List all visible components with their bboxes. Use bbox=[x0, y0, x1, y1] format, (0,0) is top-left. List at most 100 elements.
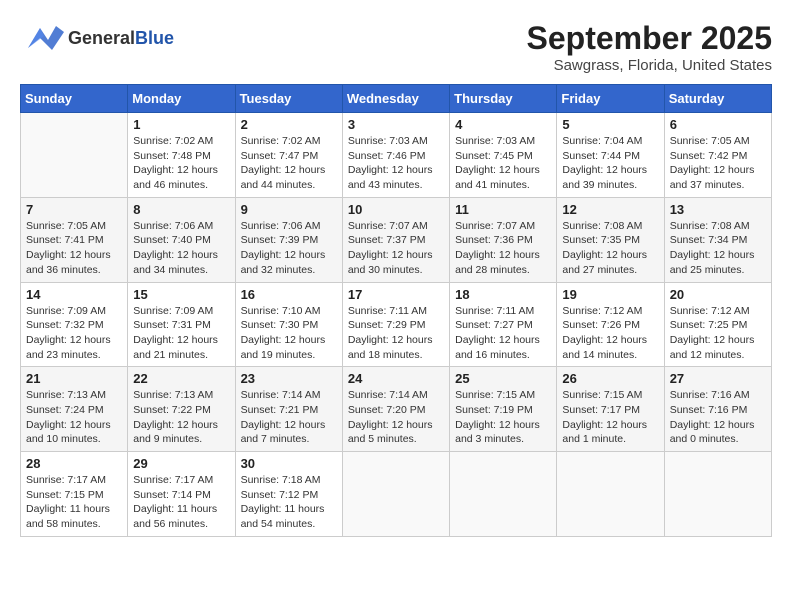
weekday-header-row: SundayMondayTuesdayWednesdayThursdayFrid… bbox=[21, 85, 772, 113]
logo-general: General bbox=[68, 28, 135, 48]
logo-blue: Blue bbox=[135, 28, 174, 48]
day-info: Sunrise: 7:14 AMSunset: 7:20 PMDaylight:… bbox=[348, 388, 444, 447]
day-info: Sunrise: 7:03 AMSunset: 7:46 PMDaylight:… bbox=[348, 134, 444, 193]
day-number: 17 bbox=[348, 287, 444, 302]
day-info: Sunrise: 7:14 AMSunset: 7:21 PMDaylight:… bbox=[241, 388, 337, 447]
calendar-cell: 1Sunrise: 7:02 AMSunset: 7:48 PMDaylight… bbox=[128, 113, 235, 198]
weekday-header-wednesday: Wednesday bbox=[342, 85, 449, 113]
day-number: 19 bbox=[562, 287, 658, 302]
page-header: GeneralBlue September 2025 Sawgrass, Flo… bbox=[20, 20, 772, 74]
day-number: 16 bbox=[241, 287, 337, 302]
day-info: Sunrise: 7:05 AMSunset: 7:41 PMDaylight:… bbox=[26, 219, 122, 278]
calendar-cell: 20Sunrise: 7:12 AMSunset: 7:25 PMDayligh… bbox=[664, 282, 771, 367]
calendar-cell: 7 Sunrise: 7:05 AMSunset: 7:41 PMDaylight… bbox=[21, 197, 128, 282]
day-info: Sunrise: 7:08 AMSunset: 7:35 PMDaylight:… bbox=[562, 219, 658, 278]
logo-icon bbox=[20, 20, 64, 56]
day-info: Sunrise: 7:02 AMSunset: 7:47 PMDaylight:… bbox=[241, 134, 337, 193]
day-info: Sunrise: 7:16 AMSunset: 7:16 PMDaylight:… bbox=[670, 388, 766, 447]
day-number: 8 bbox=[133, 202, 229, 217]
day-info: Sunrise: 7:13 AMSunset: 7:24 PMDaylight:… bbox=[26, 388, 122, 447]
weekday-header-sunday: Sunday bbox=[21, 85, 128, 113]
weekday-header-tuesday: Tuesday bbox=[235, 85, 342, 113]
calendar-body: 1Sunrise: 7:02 AMSunset: 7:48 PMDaylight… bbox=[21, 113, 772, 537]
calendar-cell: 2 Sunrise: 7:02 AMSunset: 7:47 PMDaylight… bbox=[235, 113, 342, 198]
weekday-header-monday: Monday bbox=[128, 85, 235, 113]
day-number: 9 bbox=[241, 202, 337, 217]
calendar-week-5: 28Sunrise: 7:17 AMSunset: 7:15 PMDayligh… bbox=[21, 452, 772, 537]
calendar-week-3: 14 Sunrise: 7:09 AMSunset: 7:32 PMDayligh… bbox=[21, 282, 772, 367]
day-number: 26 bbox=[562, 371, 658, 386]
calendar-cell: 6 Sunrise: 7:05 AMSunset: 7:42 PMDaylight… bbox=[664, 113, 771, 198]
calendar-cell: 16 Sunrise: 7:10 AMSunset: 7:30 PMDayligh… bbox=[235, 282, 342, 367]
calendar-cell: 14 Sunrise: 7:09 AMSunset: 7:32 PMDayligh… bbox=[21, 282, 128, 367]
day-number: 1 bbox=[133, 117, 229, 132]
calendar-cell: 10 Sunrise: 7:07 AMSunset: 7:37 PMDayligh… bbox=[342, 197, 449, 282]
calendar-cell: 22 Sunrise: 7:13 AMSunset: 7:22 PMDayligh… bbox=[128, 367, 235, 452]
day-number: 22 bbox=[133, 371, 229, 386]
day-info: Sunrise: 7:06 AMSunset: 7:39 PMDaylight:… bbox=[241, 219, 337, 278]
calendar-cell: 19 Sunrise: 7:12 AMSunset: 7:26 PMDayligh… bbox=[557, 282, 664, 367]
day-info: Sunrise: 7:07 AMSunset: 7:36 PMDaylight:… bbox=[455, 219, 551, 278]
day-info: Sunrise: 7:03 AMSunset: 7:45 PMDaylight:… bbox=[455, 134, 551, 193]
calendar-cell: 8 Sunrise: 7:06 AMSunset: 7:40 PMDaylight… bbox=[128, 197, 235, 282]
day-number: 29 bbox=[133, 456, 229, 471]
calendar-cell: 9 Sunrise: 7:06 AMSunset: 7:39 PMDaylight… bbox=[235, 197, 342, 282]
calendar-header: SundayMondayTuesdayWednesdayThursdayFrid… bbox=[21, 85, 772, 113]
day-number: 12 bbox=[562, 202, 658, 217]
day-info: Sunrise: 7:04 AMSunset: 7:44 PMDaylight:… bbox=[562, 134, 658, 193]
calendar-cell: 28Sunrise: 7:17 AMSunset: 7:15 PMDayligh… bbox=[21, 452, 128, 537]
day-info: Sunrise: 7:10 AMSunset: 7:30 PMDaylight:… bbox=[241, 304, 337, 363]
day-info: Sunrise: 7:11 AMSunset: 7:27 PMDaylight:… bbox=[455, 304, 551, 363]
calendar-cell: 12 Sunrise: 7:08 AMSunset: 7:35 PMDayligh… bbox=[557, 197, 664, 282]
calendar-cell: 24 Sunrise: 7:14 AMSunset: 7:20 PMDayligh… bbox=[342, 367, 449, 452]
day-number: 20 bbox=[670, 287, 766, 302]
day-info: Sunrise: 7:05 AMSunset: 7:42 PMDaylight:… bbox=[670, 134, 766, 193]
calendar-table: SundayMondayTuesdayWednesdayThursdayFrid… bbox=[20, 84, 772, 537]
day-number: 5 bbox=[562, 117, 658, 132]
weekday-header-friday: Friday bbox=[557, 85, 664, 113]
day-number: 24 bbox=[348, 371, 444, 386]
day-number: 28 bbox=[26, 456, 122, 471]
calendar-cell bbox=[342, 452, 449, 537]
calendar-cell: 11 Sunrise: 7:07 AMSunset: 7:36 PMDayligh… bbox=[450, 197, 557, 282]
weekday-header-thursday: Thursday bbox=[450, 85, 557, 113]
day-number: 27 bbox=[670, 371, 766, 386]
day-info: Sunrise: 7:17 AMSunset: 7:14 PMDaylight:… bbox=[133, 473, 229, 532]
day-number: 6 bbox=[670, 117, 766, 132]
calendar-cell: 25Sunrise: 7:15 AMSunset: 7:19 PMDayligh… bbox=[450, 367, 557, 452]
calendar-cell bbox=[21, 113, 128, 198]
day-info: Sunrise: 7:09 AMSunset: 7:32 PMDaylight:… bbox=[26, 304, 122, 363]
calendar-cell: 13 Sunrise: 7:08 AMSunset: 7:34 PMDayligh… bbox=[664, 197, 771, 282]
day-number: 10 bbox=[348, 202, 444, 217]
day-number: 3 bbox=[348, 117, 444, 132]
day-number: 18 bbox=[455, 287, 551, 302]
calendar-cell: 5 Sunrise: 7:04 AMSunset: 7:44 PMDaylight… bbox=[557, 113, 664, 198]
day-number: 30 bbox=[241, 456, 337, 471]
day-info: Sunrise: 7:06 AMSunset: 7:40 PMDaylight:… bbox=[133, 219, 229, 278]
day-number: 21 bbox=[26, 371, 122, 386]
day-info: Sunrise: 7:15 AMSunset: 7:17 PMDaylight:… bbox=[562, 388, 658, 447]
day-number: 15 bbox=[133, 287, 229, 302]
day-info: Sunrise: 7:13 AMSunset: 7:22 PMDaylight:… bbox=[133, 388, 229, 447]
calendar-cell: 17Sunrise: 7:11 AMSunset: 7:29 PMDayligh… bbox=[342, 282, 449, 367]
day-info: Sunrise: 7:12 AMSunset: 7:26 PMDaylight:… bbox=[562, 304, 658, 363]
calendar-cell: 30 Sunrise: 7:18 AMSunset: 7:12 PMDayligh… bbox=[235, 452, 342, 537]
logo: GeneralBlue bbox=[20, 20, 174, 56]
day-number: 2 bbox=[241, 117, 337, 132]
day-number: 11 bbox=[455, 202, 551, 217]
weekday-header-saturday: Saturday bbox=[664, 85, 771, 113]
day-info: Sunrise: 7:07 AMSunset: 7:37 PMDaylight:… bbox=[348, 219, 444, 278]
day-info: Sunrise: 7:18 AMSunset: 7:12 PMDaylight:… bbox=[241, 473, 337, 532]
calendar-week-4: 21 Sunrise: 7:13 AMSunset: 7:24 PMDayligh… bbox=[21, 367, 772, 452]
title-block: September 2025 Sawgrass, Florida, United… bbox=[527, 20, 772, 74]
day-info: Sunrise: 7:09 AMSunset: 7:31 PMDaylight:… bbox=[133, 304, 229, 363]
calendar-cell: 4Sunrise: 7:03 AMSunset: 7:45 PMDaylight… bbox=[450, 113, 557, 198]
calendar-cell: 3 Sunrise: 7:03 AMSunset: 7:46 PMDaylight… bbox=[342, 113, 449, 198]
calendar-cell bbox=[450, 452, 557, 537]
day-number: 7 bbox=[26, 202, 122, 217]
day-number: 14 bbox=[26, 287, 122, 302]
day-number: 13 bbox=[670, 202, 766, 217]
day-info: Sunrise: 7:08 AMSunset: 7:34 PMDaylight:… bbox=[670, 219, 766, 278]
calendar-cell: 15 Sunrise: 7:09 AMSunset: 7:31 PMDayligh… bbox=[128, 282, 235, 367]
calendar-cell: 18 Sunrise: 7:11 AMSunset: 7:27 PMDayligh… bbox=[450, 282, 557, 367]
